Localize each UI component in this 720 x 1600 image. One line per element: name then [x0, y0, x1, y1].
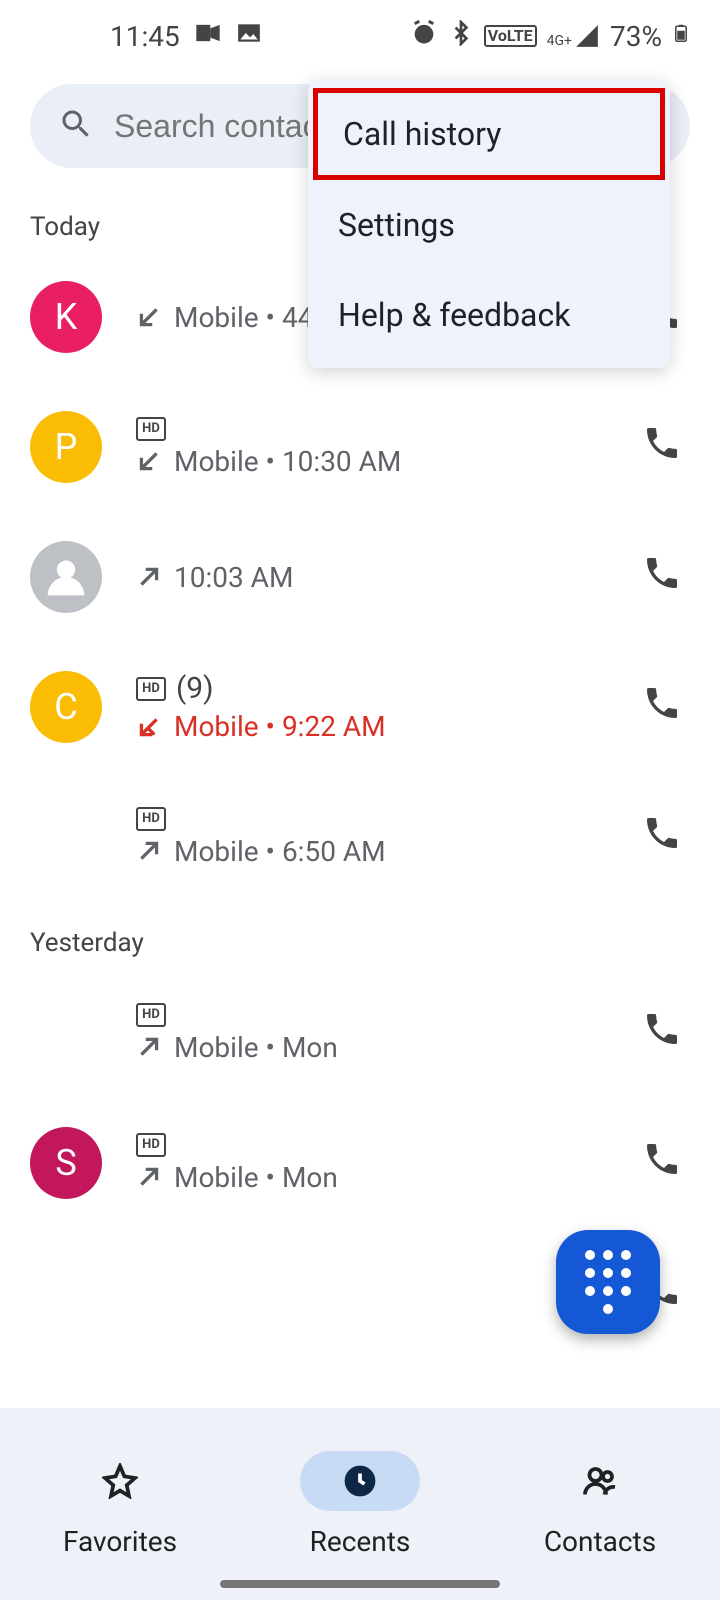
- call-direction-incoming-icon: [136, 304, 162, 330]
- avatar[interactable]: C: [30, 671, 102, 743]
- status-time: 11:45: [110, 20, 180, 53]
- section-header: Yesterday: [0, 902, 720, 968]
- call-button[interactable]: [642, 553, 690, 601]
- call-button[interactable]: [642, 683, 690, 731]
- call-direction-outgoing-icon: [136, 838, 162, 864]
- call-count: (9): [176, 671, 214, 706]
- battery-icon: [672, 19, 690, 54]
- avatar[interactable]: [30, 541, 102, 613]
- hd-icon: HD: [136, 677, 166, 701]
- menu-item-help-feedback[interactable]: Help & feedback: [308, 270, 670, 360]
- volte-icon: VoLTE: [484, 25, 537, 47]
- search-icon: [58, 106, 94, 146]
- call-row[interactable]: 10:03 AM: [0, 512, 720, 642]
- call-detail: Mobile • 44: [174, 301, 313, 334]
- call-detail: Mobile • Mon: [174, 1031, 338, 1064]
- people-icon: [540, 1451, 660, 1511]
- hd-icon: HD: [136, 1133, 166, 1157]
- nav-contacts[interactable]: Contacts: [480, 1408, 720, 1600]
- avatar[interactable]: S: [30, 1127, 102, 1199]
- call-row[interactable]: P HD Mobile • 10:30 AM: [0, 382, 720, 512]
- alarm-icon: [410, 19, 438, 54]
- call-direction-missed-icon: [136, 714, 162, 740]
- hd-icon: HD: [136, 807, 166, 831]
- call-button[interactable]: [642, 1139, 690, 1187]
- menu-item-settings[interactable]: Settings: [308, 180, 670, 270]
- menu-item-call-history[interactable]: Call history: [313, 88, 665, 180]
- nav-favorites[interactable]: Favorites: [0, 1408, 240, 1600]
- call-direction-outgoing-icon: [136, 564, 162, 590]
- bluetooth-icon: [448, 20, 474, 53]
- status-bar: 11:45 VoLTE 4G+ 73%: [0, 0, 720, 72]
- call-detail: Mobile • Mon: [174, 1161, 338, 1194]
- star-icon: [60, 1451, 180, 1511]
- nav-label: Contacts: [544, 1525, 656, 1558]
- call-button[interactable]: [642, 423, 690, 471]
- overflow-menu: Call historySettingsHelp & feedback: [308, 80, 670, 368]
- dialpad-icon: [585, 1250, 631, 1314]
- call-button[interactable]: [642, 1009, 690, 1057]
- call-row[interactable]: HD Mobile • Mon: [0, 968, 720, 1098]
- nav-label: Favorites: [63, 1525, 177, 1558]
- avatar[interactable]: K: [30, 281, 102, 353]
- hd-icon: HD: [136, 417, 166, 441]
- hd-icon: HD: [136, 1003, 166, 1027]
- battery-pct: 73%: [610, 20, 662, 53]
- call-detail: Mobile • 10:30 AM: [174, 445, 401, 478]
- clock-icon: [300, 1451, 420, 1511]
- call-direction-incoming-icon: [136, 448, 162, 474]
- call-detail: Mobile • 9:22 AM: [174, 710, 386, 743]
- call-detail: 10:03 AM: [174, 561, 293, 594]
- photo-icon: [236, 20, 262, 53]
- signal-icon: 4G+: [547, 23, 600, 49]
- gesture-bar: [220, 1580, 500, 1588]
- nav-recents[interactable]: Recents: [240, 1408, 480, 1600]
- outlook-icon: [194, 19, 222, 54]
- call-direction-outgoing-icon: [136, 1034, 162, 1060]
- dialpad-fab[interactable]: [556, 1230, 660, 1334]
- call-direction-outgoing-icon: [136, 1164, 162, 1190]
- nav-label: Recents: [310, 1525, 411, 1558]
- call-row[interactable]: C HD (9) Mobile • 9:22 AM: [0, 642, 720, 772]
- bottom-nav: Favorites Recents Contacts: [0, 1408, 720, 1600]
- call-row[interactable]: S HD Mobile • Mon: [0, 1098, 720, 1228]
- call-detail: Mobile • 6:50 AM: [174, 835, 386, 868]
- avatar[interactable]: P: [30, 411, 102, 483]
- call-button[interactable]: [642, 813, 690, 861]
- call-row[interactable]: HD Mobile • 6:50 AM: [0, 772, 720, 902]
